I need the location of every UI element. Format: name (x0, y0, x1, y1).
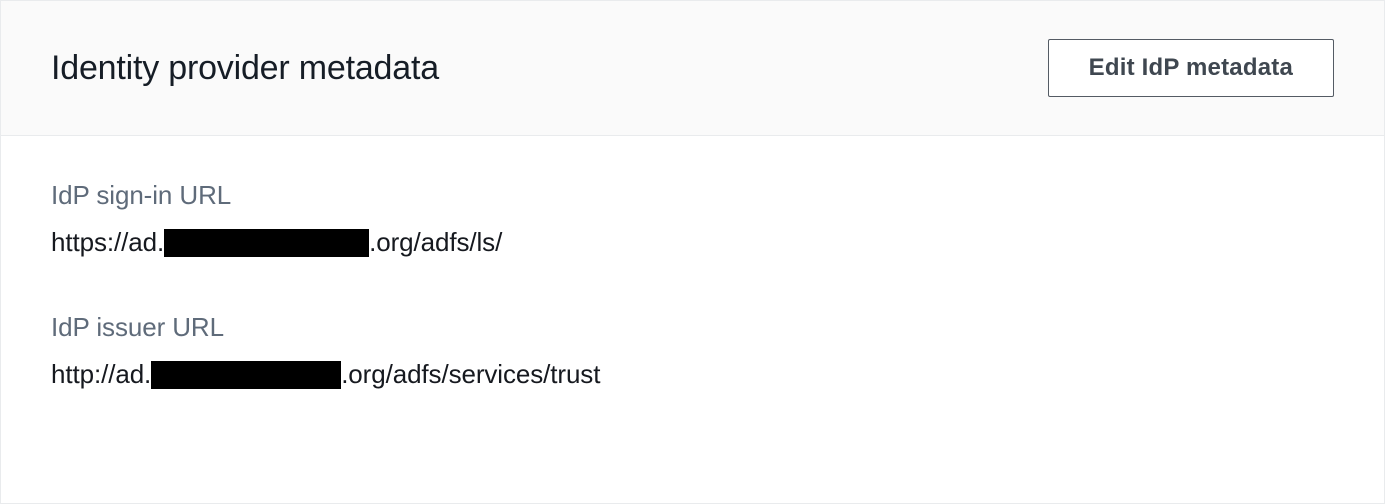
panel-body: IdP sign-in URL https://ad. .org/adfs/ls/… (1, 136, 1384, 474)
idp-signin-url-field: IdP sign-in URL https://ad. .org/adfs/ls/ (51, 180, 1334, 258)
panel-title: Identity provider metadata (51, 49, 439, 88)
idp-issuer-url-label: IdP issuer URL (51, 312, 1334, 343)
idp-signin-url-value: https://ad. .org/adfs/ls/ (51, 227, 1334, 258)
edit-idp-metadata-button[interactable]: Edit IdP metadata (1048, 39, 1334, 97)
idp-issuer-url-prefix: http://ad. (51, 359, 151, 390)
idp-signin-url-prefix: https://ad. (51, 227, 164, 258)
redacted-block (151, 361, 341, 389)
idp-signin-url-suffix: .org/adfs/ls/ (369, 227, 502, 258)
idp-issuer-url-field: IdP issuer URL http://ad. .org/adfs/servi… (51, 312, 1334, 390)
idp-issuer-url-suffix: .org/adfs/services/trust (341, 359, 600, 390)
panel-header: Identity provider metadata Edit IdP meta… (1, 1, 1384, 136)
idp-signin-url-label: IdP sign-in URL (51, 180, 1334, 211)
redacted-block (164, 229, 369, 257)
idp-issuer-url-value: http://ad. .org/adfs/services/trust (51, 359, 1334, 390)
idp-metadata-panel: Identity provider metadata Edit IdP meta… (0, 0, 1385, 504)
